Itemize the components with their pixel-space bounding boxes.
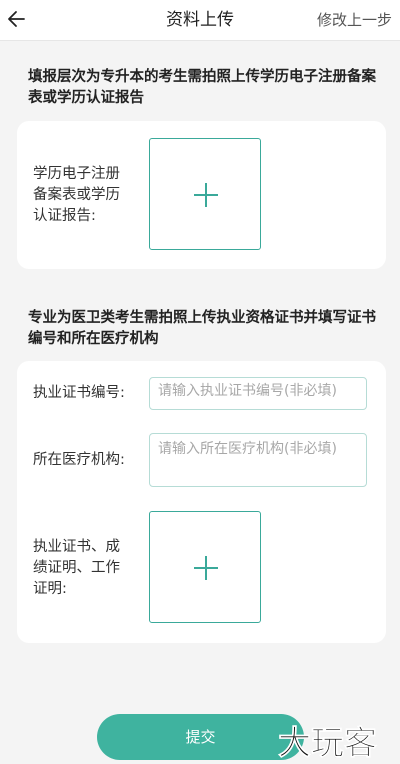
plus-icon bbox=[194, 556, 218, 580]
section-education-title: 填报层次为专升本的考生需拍照上传学历电子注册备案表或学历认证报告 bbox=[28, 69, 376, 106]
education-upload-label: 学历电子注册 备案表或学历 认证报告: bbox=[33, 166, 120, 224]
top-bar: 资料上传 修改上一步 bbox=[0, 0, 400, 41]
education-upload-box[interactable] bbox=[149, 138, 261, 250]
medical-info-card: 执业证书编号: 请输入执业证书编号(非必填) 所在医疗机构: 请输入所在医疗机构… bbox=[17, 361, 386, 643]
plus-icon bbox=[194, 183, 218, 207]
education-upload-card: 学历电子注册 备案表或学历 认证报告: bbox=[17, 121, 386, 269]
modify-previous-step-link[interactable]: 修改上一步 bbox=[317, 0, 392, 40]
institution-input[interactable]: 请输入所在医疗机构(非必填) bbox=[149, 433, 367, 487]
cert-upload-box[interactable] bbox=[149, 511, 261, 623]
cert-number-label: 执业证书编号: bbox=[33, 385, 125, 401]
section-medical-title: 专业为医卫类考生需拍照上传执业资格证书并填写证书编号和所在医疗机构 bbox=[28, 310, 376, 347]
submit-button[interactable]: 提交 bbox=[97, 714, 304, 760]
watermark-logo: 大玩客 bbox=[278, 723, 378, 762]
cert-upload-label: 执业证书、成 绩证明、工作 证明: bbox=[33, 539, 120, 597]
institution-label: 所在医疗机构: bbox=[33, 452, 125, 468]
cert-number-input[interactable]: 请输入执业证书编号(非必填) bbox=[149, 377, 367, 410]
svg-text:大玩客: 大玩客 bbox=[278, 723, 377, 762]
